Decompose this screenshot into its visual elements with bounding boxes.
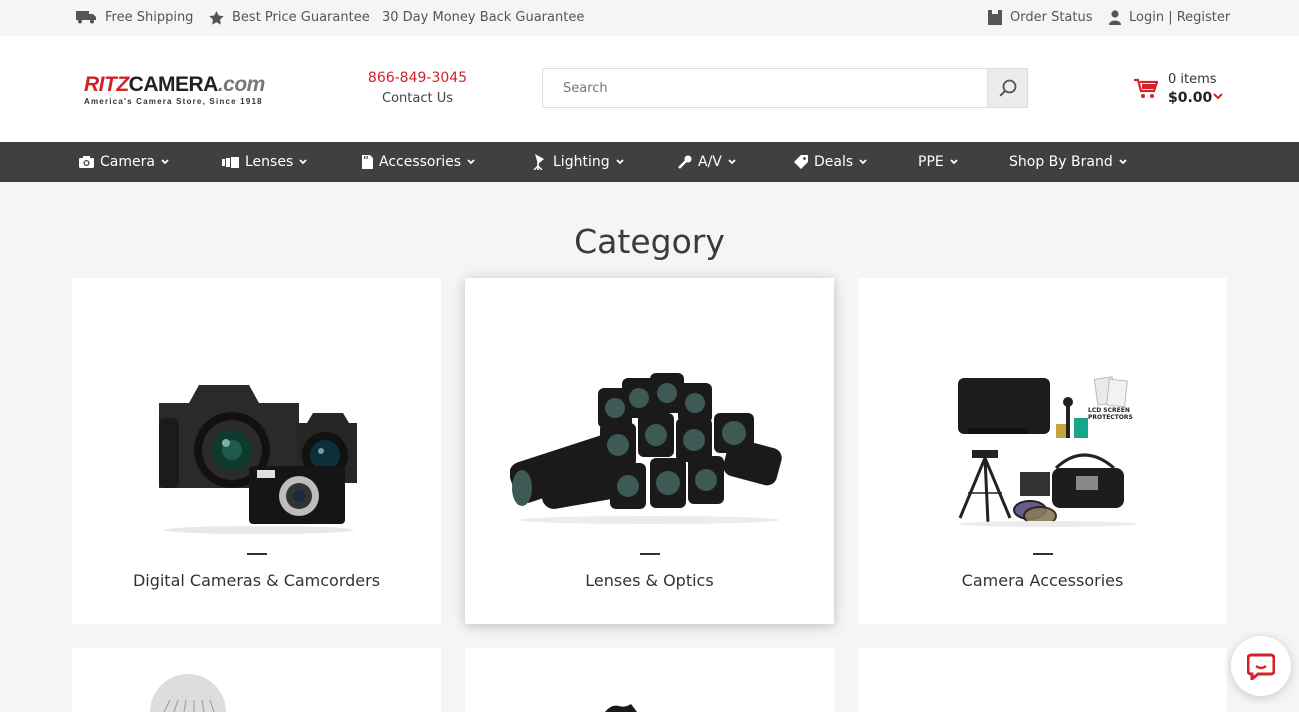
- category-card-accessories[interactable]: LCD SCREEN PROTECTORS Camera Accessories: [858, 278, 1227, 624]
- chevron-down-icon: [859, 159, 867, 165]
- card-image-partial: [150, 674, 226, 712]
- svg-text:PROTECTORS: PROTECTORS: [1088, 414, 1133, 421]
- search-bar: [542, 68, 1028, 108]
- money-back-text: 30 Day Money Back Guarantee: [382, 10, 585, 25]
- order-status-text[interactable]: Order Status: [1010, 10, 1093, 25]
- category-card-cameras[interactable]: Digital Cameras & Camcorders: [72, 278, 441, 624]
- category-card-lenses[interactable]: Lenses & Optics: [465, 278, 834, 624]
- nav-label-camera: Camera: [100, 154, 155, 170]
- category-label[interactable]: Camera Accessories: [858, 571, 1227, 590]
- lens-icon: [222, 156, 239, 168]
- phone-block: 866-849-3045 Contact Us: [340, 70, 495, 106]
- login-register-link[interactable]: Login | Register: [1109, 10, 1230, 25]
- main-nav: Camera Lenses Accessories Lighting A/V D…: [0, 142, 1299, 182]
- top-bar: Free Shipping Best Price Guarantee 30 Da…: [0, 0, 1299, 36]
- nav-item-deals[interactable]: Deals: [794, 142, 867, 182]
- nav-label-shop-by-brand: Shop By Brand: [1009, 154, 1113, 170]
- order-status-link[interactable]: Order Status: [988, 10, 1093, 25]
- star-icon: [209, 10, 224, 25]
- logo-brand: RITZ: [84, 73, 129, 96]
- category-card-row2-3[interactable]: [858, 648, 1227, 712]
- category-card-row2-1[interactable]: [72, 648, 441, 712]
- light-icon: [533, 154, 544, 170]
- cameras-image[interactable]: [72, 328, 441, 568]
- mini-cart[interactable]: 0 items $0.00: [1134, 72, 1234, 112]
- nav-label-accessories: Accessories: [379, 154, 462, 170]
- category-label[interactable]: Lenses & Optics: [465, 571, 834, 590]
- card-divider: [1033, 553, 1053, 555]
- nav-item-lenses[interactable]: Lenses: [222, 142, 307, 182]
- nav-label-lighting: Lighting: [553, 154, 610, 170]
- search-button[interactable]: [987, 69, 1027, 107]
- lenses-image[interactable]: [465, 328, 834, 568]
- nav-item-ppe[interactable]: PPE: [918, 142, 958, 182]
- chevron-down-icon: [299, 159, 307, 165]
- cart-total: $0.00: [1168, 90, 1213, 106]
- nav-item-lighting[interactable]: Lighting: [533, 142, 624, 182]
- logo-tagline: America's Camera Store, Since 1918: [84, 97, 263, 106]
- contact-us-link[interactable]: Contact Us: [340, 91, 495, 106]
- camera-icon: [79, 156, 94, 168]
- category-card-row2-2[interactable]: [465, 648, 834, 712]
- category-label[interactable]: Digital Cameras & Camcorders: [72, 571, 441, 590]
- best-price: Best Price Guarantee: [209, 10, 370, 25]
- accessories-image[interactable]: LCD SCREEN PROTECTORS: [858, 328, 1227, 568]
- card-divider: [640, 553, 660, 555]
- live-chat-button[interactable]: [1231, 636, 1291, 696]
- clipboard-icon: [988, 10, 1002, 25]
- user-icon: [1109, 10, 1121, 25]
- page-title: Category: [574, 222, 725, 261]
- sd-card-icon: [362, 155, 373, 169]
- nav-label-ppe: PPE: [918, 154, 944, 170]
- cart-icon: [1134, 78, 1158, 98]
- logo-tld: .com: [217, 73, 266, 96]
- truck-icon: [76, 11, 96, 24]
- nav-item-shop-by-brand[interactable]: Shop By Brand: [1009, 142, 1127, 182]
- phone-number[interactable]: 866-849-3045: [340, 70, 495, 86]
- search-icon: [998, 79, 1016, 97]
- logo-word: CAMERA: [128, 73, 219, 96]
- chevron-down-icon: [728, 159, 736, 165]
- chevron-down-icon: [615, 159, 624, 165]
- login-register-text[interactable]: Login | Register: [1129, 10, 1230, 25]
- cart-items-count: 0 items: [1168, 72, 1217, 87]
- search-input[interactable]: [543, 69, 989, 107]
- nav-label-lenses: Lenses: [245, 154, 294, 170]
- chevron-down-icon: [950, 159, 958, 165]
- chevron-down-icon: [161, 159, 169, 165]
- card-image-partial: [605, 704, 637, 712]
- nav-item-camera[interactable]: Camera: [79, 142, 169, 182]
- chevron-down-icon[interactable]: [1213, 93, 1223, 100]
- site-header: RITZCAMERA.com America's Camera Store, S…: [0, 36, 1299, 142]
- card-divider: [247, 553, 267, 555]
- nav-item-av[interactable]: A/V: [678, 142, 736, 182]
- svg-text:LCD SCREEN: LCD SCREEN: [1088, 407, 1130, 414]
- money-back: 30 Day Money Back Guarantee: [382, 10, 584, 25]
- free-shipping: Free Shipping: [76, 10, 193, 25]
- nav-item-accessories[interactable]: Accessories: [362, 142, 475, 182]
- tag-icon: [794, 155, 808, 169]
- chat-icon: [1247, 653, 1275, 680]
- microphone-icon: [678, 155, 692, 169]
- best-price-text: Best Price Guarantee: [232, 10, 370, 25]
- chevron-down-icon: [467, 159, 475, 165]
- chevron-down-icon: [1119, 159, 1127, 165]
- site-logo[interactable]: RITZCAMERA.com America's Camera Store, S…: [84, 74, 274, 108]
- nav-label-av: A/V: [698, 154, 722, 170]
- nav-label-deals: Deals: [814, 154, 854, 170]
- free-shipping-text: Free Shipping: [105, 10, 194, 25]
